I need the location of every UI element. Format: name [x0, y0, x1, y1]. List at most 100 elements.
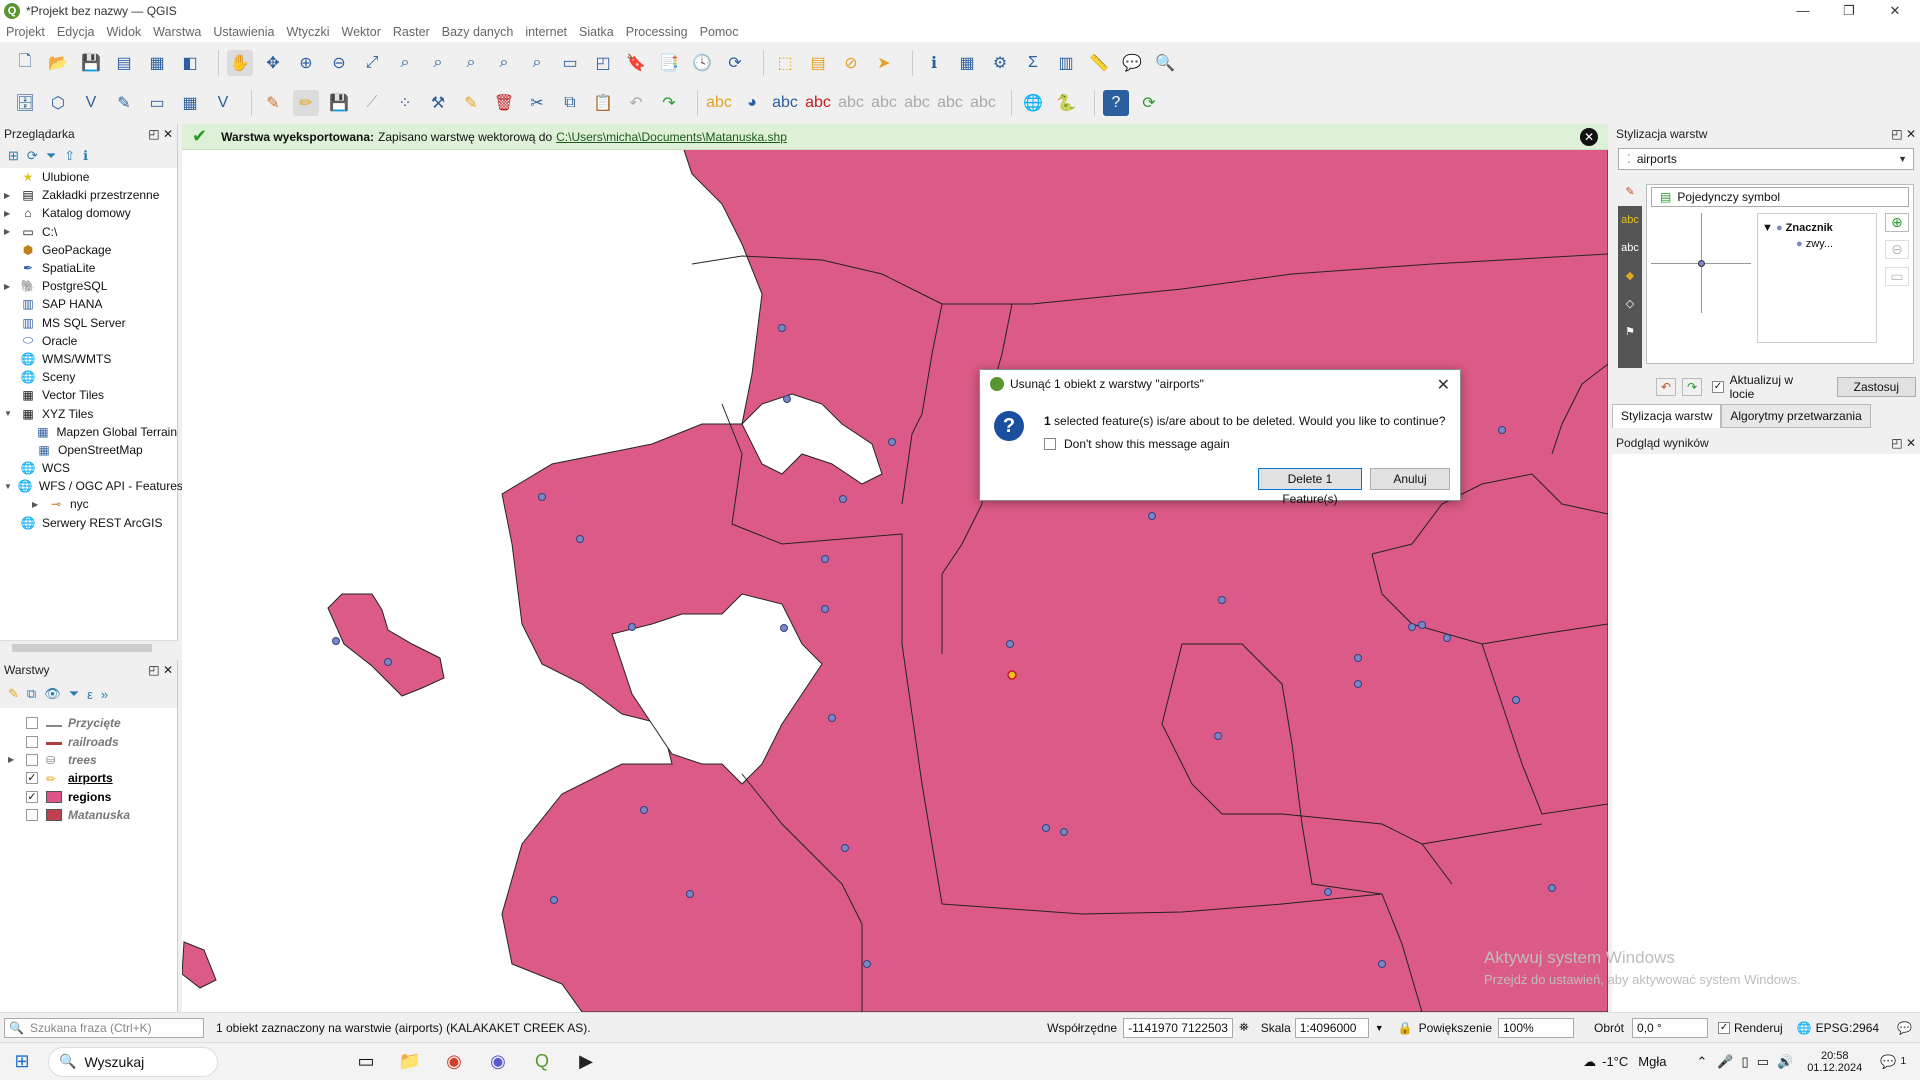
lock-symbol-layer-icon[interactable]: ▭ — [1885, 267, 1909, 286]
history-tab-icon[interactable]: ⚑ — [1618, 318, 1642, 346]
layer-select[interactable]: ⁚ airports ▼ — [1618, 148, 1914, 170]
tree-item-nyc[interactable]: ▶ ⊸ nyc — [0, 495, 177, 513]
zoom-full-icon[interactable]: ⤢ — [359, 50, 385, 76]
scrollbar-thumb[interactable] — [12, 644, 152, 652]
chevron-down-icon[interactable]: ▼ — [1375, 1023, 1384, 1033]
apply-button[interactable]: Zastosuj — [1836, 377, 1916, 397]
tree-item-bookmarks[interactable]: ▶ ▤ Zakładki przestrzenne — [0, 186, 177, 204]
select-features-icon[interactable]: ⬚ — [772, 50, 798, 76]
layer-row[interactable]: Matanuska — [0, 806, 177, 824]
tree-item-spatialite[interactable]: ✒ SpatiaLite — [0, 259, 177, 277]
add-symbol-layer-icon[interactable]: ⊕ — [1885, 213, 1909, 232]
new-geopackage-icon[interactable]: ⬡ — [45, 90, 71, 116]
measure-icon[interactable]: 📏 — [1086, 50, 1112, 76]
tree-item-wms[interactable]: 🌐 WMS/WMTS — [0, 350, 177, 368]
locator-search[interactable]: 🔍 Szukana fraza (Ctrl+K) — [4, 1017, 204, 1038]
windows-start-icon[interactable]: ⊞ — [4, 1044, 40, 1080]
tree-item-osm[interactable]: ▦ OpenStreetMap — [0, 441, 177, 459]
remove-symbol-layer-icon[interactable]: ⊖ — [1885, 240, 1909, 259]
crs-label[interactable]: EPSG:2964 — [1816, 1021, 1879, 1035]
zoom-last-icon[interactable]: ⌕ — [491, 50, 517, 76]
new-map-view-icon[interactable]: ▭ — [557, 50, 583, 76]
redo-icon[interactable]: ↷ — [656, 90, 682, 116]
map-canvas[interactable] — [182, 124, 1608, 1012]
menu-edycja[interactable]: Edycja — [57, 25, 95, 39]
layer-row[interactable]: Przycięte — [0, 714, 177, 732]
3d-tab-icon[interactable]: ◆ — [1618, 262, 1642, 290]
layer-checkbox[interactable] — [26, 753, 38, 766]
tree-item-geopackage[interactable]: ⬢ GeoPackage — [0, 241, 177, 259]
media-player-icon[interactable]: ▶ — [568, 1044, 604, 1080]
panel-float-close-icon[interactable]: ◰ ✕ — [1891, 436, 1916, 450]
bookmark-new-icon[interactable]: 🔖 — [623, 50, 649, 76]
browser-scrollbar[interactable] — [0, 640, 178, 654]
layer-checkbox[interactable]: ✓ — [26, 772, 38, 785]
tree-item-xyz-tiles[interactable]: ▼ ▦ XYZ Tiles — [0, 404, 177, 422]
menu-wtyczki[interactable]: Wtyczki — [286, 25, 329, 39]
checkbox-box[interactable] — [1044, 438, 1056, 450]
collapse-all-icon[interactable]: ⇧ — [64, 148, 75, 164]
undo-icon[interactable]: ↶ — [623, 90, 649, 116]
temporal-controller-icon[interactable]: 🕓 — [689, 50, 715, 76]
notification-icon[interactable]: 💬 — [1880, 1054, 1896, 1070]
new-mesh-icon[interactable]: ▦ — [177, 90, 203, 116]
panel-float-close-icon[interactable]: ◰ ✕ — [1891, 127, 1916, 141]
show-bookmarks-icon[interactable]: 📑 — [656, 50, 682, 76]
close-message-icon[interactable]: ✕ — [1580, 128, 1598, 146]
deselect-icon[interactable]: ⊘ — [838, 50, 864, 76]
menu-internet[interactable]: internet — [525, 25, 567, 39]
cancel-button[interactable]: Anuluj — [1370, 468, 1450, 490]
move-label-icon[interactable]: abc — [871, 90, 897, 116]
labels-tab-icon[interactable]: abc — [1618, 206, 1642, 234]
label-properties-icon[interactable]: abc — [970, 90, 996, 116]
select-by-value-icon[interactable]: ▤ — [805, 50, 831, 76]
toggle-editing-icon[interactable]: ✏ — [293, 90, 319, 116]
layer-checkbox[interactable] — [26, 717, 38, 730]
new-project-icon[interactable]: 🗋 — [12, 50, 38, 76]
layer-checkbox[interactable]: ✓ — [26, 790, 38, 803]
clock[interactable]: 20:58 01.12.2024 — [1807, 1050, 1862, 1074]
open-project-icon[interactable]: 📂 — [45, 50, 71, 76]
menu-warstwa[interactable]: Warstwa — [153, 25, 201, 39]
crs-icon[interactable]: 🌐 — [1797, 1021, 1812, 1035]
add-selected-icon[interactable]: ⊞ — [8, 148, 19, 164]
paste-features-icon[interactable]: 📋 — [590, 90, 616, 116]
copy-features-icon[interactable]: ⧉ — [557, 90, 583, 116]
new-print-layout-icon[interactable]: ▤ — [111, 50, 137, 76]
layout-manager-icon[interactable]: ▦ — [144, 50, 170, 76]
show-labels-icon[interactable]: abc — [838, 90, 864, 116]
menu-processing[interactable]: Processing — [626, 25, 688, 39]
add-group-icon[interactable]: ⧉ — [27, 686, 36, 702]
dont-show-checkbox[interactable]: Don't show this message again — [1044, 437, 1230, 451]
layer-checkbox[interactable] — [26, 809, 38, 822]
digitize-icon[interactable]: ⟋ — [359, 90, 385, 116]
tree-item-mssql[interactable]: ▥ MS SQL Server — [0, 314, 177, 332]
zoom-native-icon[interactable]: ⌕ — [458, 50, 484, 76]
chevron-up-icon[interactable]: ⌃ — [1696, 1054, 1707, 1070]
renderer-select[interactable]: ▤ Pojedynczy symbol — [1651, 187, 1909, 207]
chrome-icon[interactable]: ◉ — [436, 1044, 472, 1080]
new-virtual-layer-icon[interactable]: ▭ — [144, 90, 170, 116]
tree-item-drive[interactable]: ▶ ▭ C:\ — [0, 223, 177, 241]
messages-icon[interactable]: 💬 — [1897, 1021, 1912, 1035]
current-edits-icon[interactable]: ✎ — [260, 90, 286, 116]
statistics-icon[interactable]: Σ — [1020, 50, 1046, 76]
zoom-layer-icon[interactable]: ⌕ — [425, 50, 451, 76]
pan-icon[interactable]: ✋ — [227, 50, 253, 76]
minimize-button[interactable]: — — [1780, 0, 1826, 22]
panel-float-close-icon[interactable]: ◰ ✕ — [148, 663, 173, 677]
symbology-tab-icon[interactable]: ✎ — [1618, 178, 1642, 206]
refresh-icon[interactable]: ⟳ — [27, 148, 38, 164]
coordinate-toggle-icon[interactable]: ⛯ — [1239, 1020, 1249, 1035]
cut-features-icon[interactable]: ✂ — [524, 90, 550, 116]
select-location-icon[interactable]: ➤ — [871, 50, 897, 76]
expand-icon[interactable]: » — [101, 687, 108, 702]
refresh-icon[interactable]: ⟳ — [722, 50, 748, 76]
diagram-tab-icon[interactable]: ◇ — [1618, 290, 1642, 318]
tree-item-arcgis[interactable]: 🌐 Serwery REST ArcGIS — [0, 514, 177, 532]
restore-button[interactable]: ❐ — [1826, 0, 1872, 22]
tree-item-oracle[interactable]: ⬭ Oracle — [0, 332, 177, 350]
tree-item-scenes[interactable]: 🌐 Sceny — [0, 368, 177, 386]
tree-item-sap-hana[interactable]: ▥ SAP HANA — [0, 295, 177, 313]
task-view-icon[interactable]: ▭ — [348, 1044, 384, 1080]
